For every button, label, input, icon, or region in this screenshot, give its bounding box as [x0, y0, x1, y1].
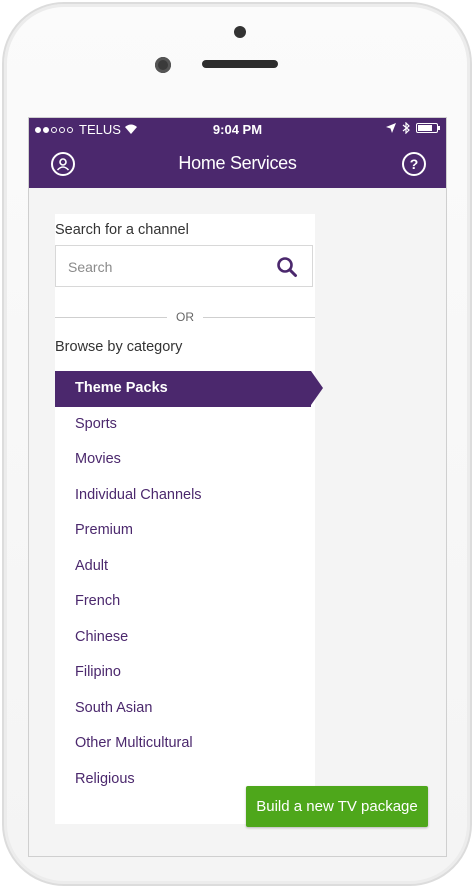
browse-label: Browse by category	[55, 339, 183, 355]
category-item-south-asian[interactable]: South Asian	[55, 691, 315, 727]
help-icon[interactable]: ?	[402, 152, 426, 176]
category-item-individual-channels[interactable]: Individual Channels	[55, 478, 315, 514]
category-item-premium[interactable]: Premium	[55, 513, 315, 549]
earpiece-speaker	[202, 60, 278, 68]
build-tv-package-button[interactable]: Build a new TV package	[246, 786, 428, 827]
category-item-french[interactable]: French	[55, 584, 315, 620]
battery-icon	[416, 123, 440, 133]
category-item-other-multicultural[interactable]: Other Multicultural	[55, 726, 315, 762]
main-content: Search for a channel OR Browse by catego…	[29, 188, 446, 856]
channel-browser-panel: Search for a channel OR Browse by catego…	[55, 214, 323, 824]
search-input[interactable]	[66, 246, 275, 288]
category-item-filipino[interactable]: Filipino	[55, 655, 315, 691]
page-title: Home Services	[178, 153, 297, 173]
or-divider: OR	[55, 310, 315, 324]
divider-line-right	[203, 317, 315, 318]
top-nav-bar: Home Services ?	[29, 140, 446, 188]
front-camera	[234, 26, 246, 38]
bluetooth-icon	[402, 122, 410, 134]
search-box	[55, 245, 313, 288]
category-item-adult[interactable]: Adult	[55, 549, 315, 585]
search-label: Search for a channel	[55, 222, 189, 238]
status-right	[386, 122, 440, 134]
status-time: 9:04 PM	[212, 122, 263, 137]
category-item-theme-packs[interactable]: Theme Packs	[55, 371, 323, 407]
search-icon[interactable]	[276, 256, 298, 278]
category-item-sports[interactable]: Sports	[55, 407, 315, 443]
category-list: Theme Packs Sports Movies Individual Cha…	[55, 371, 323, 797]
proximity-sensor	[155, 57, 171, 73]
phone-screen: TELUS 9:04 PM Home Services ? Search for…	[28, 117, 447, 857]
status-bar: TELUS 9:04 PM	[29, 118, 446, 140]
location-arrow-icon	[386, 123, 396, 133]
category-item-movies[interactable]: Movies	[55, 442, 315, 478]
category-item-chinese[interactable]: Chinese	[55, 620, 315, 656]
